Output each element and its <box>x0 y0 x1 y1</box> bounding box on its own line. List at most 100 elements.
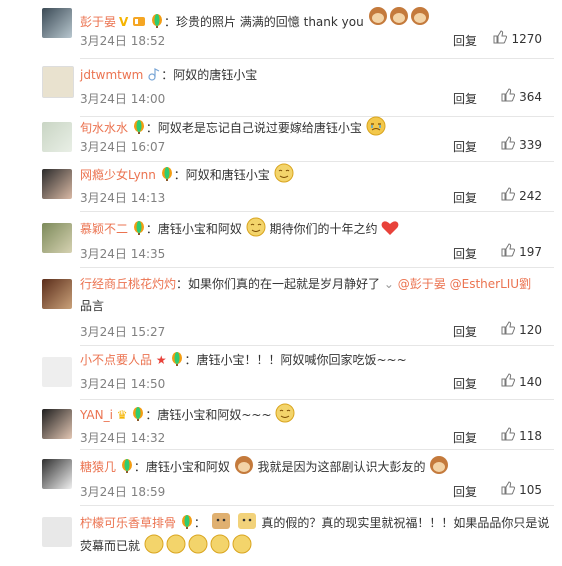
comment-item: jdtwmtwm ：阿奴的唐钰小宝 3月24日 14:00 回复 364 <box>0 58 562 116</box>
like-button[interactable]: 140 <box>501 373 542 390</box>
reply-button[interactable]: 回复 <box>453 429 477 446</box>
comment-item: 糖猿几 ：唐钰小宝和阿奴 我就是因为这部剧认识大彭友的 3月24日 18:59 … <box>0 449 562 505</box>
comment-item: 旬水水水 ：阿奴老是忘记自己说过要嫁给唐钰小宝 3月24日 16:07 回复 3… <box>0 116 562 166</box>
avatar[interactable] <box>42 8 72 38</box>
comment-date: 3月24日 15:27 <box>80 325 166 339</box>
like-count: 364 <box>519 89 542 104</box>
reply-button[interactable]: 回复 <box>453 189 477 206</box>
like-button[interactable]: 242 <box>501 187 542 204</box>
username[interactable]: 网瘾少女Lynn <box>80 168 156 182</box>
comment-date: 3月24日 14:00 <box>80 92 166 106</box>
avatar[interactable] <box>42 223 72 253</box>
reply-button[interactable]: 回复 <box>453 375 477 392</box>
avatar[interactable] <box>42 66 74 98</box>
crown-icon: ♛ <box>116 408 128 422</box>
balloon-icon <box>180 514 194 529</box>
mention-link[interactable]: @EstherLIU劉 <box>450 277 531 291</box>
comment-date: 3月24日 14:35 <box>80 247 166 261</box>
like-count: 120 <box>519 322 542 337</box>
comment-item: 网瘾少女Lynn ：阿奴和唐钰小宝 3月24日 14:13 回复 242 <box>0 161 562 211</box>
username[interactable]: 糖猿几 <box>80 460 116 474</box>
comment-body: 唐钰小宝和阿奴 <box>157 222 242 236</box>
comment-text: 慕颖不二 ：唐钰小宝和阿奴 期待你们的十年之约 <box>80 217 554 240</box>
like-button[interactable]: 339 <box>501 136 542 153</box>
smile-emoji-row-icon <box>144 534 254 554</box>
balloon-icon <box>131 406 145 421</box>
username[interactable]: 行经商丘桃花灼灼 <box>80 277 176 291</box>
username[interactable]: 柠檬可乐香草排骨 <box>80 516 176 530</box>
crying-face-emoji-icon <box>366 116 386 136</box>
smile-emoji-icon <box>246 217 266 237</box>
thumb-up-icon <box>501 373 516 390</box>
comment-body-extra: 我就是因为这部剧认识大彭友的 <box>257 460 426 474</box>
mention-link[interactable]: @彭于晏 <box>398 277 446 291</box>
avatar[interactable] <box>42 357 72 387</box>
comment-date: 3月24日 14:13 <box>80 191 166 205</box>
like-count: 118 <box>519 428 542 443</box>
avatar[interactable] <box>42 409 72 439</box>
balloon-icon <box>120 458 134 473</box>
avatar[interactable] <box>42 279 72 309</box>
dog-emoji-icon <box>210 513 232 530</box>
heart-icon <box>381 221 399 236</box>
comment-date: 3月24日 14:32 <box>80 431 166 445</box>
reply-button[interactable]: 回复 <box>453 90 477 107</box>
balloon-icon <box>160 166 174 181</box>
username[interactable]: 慕颖不二 <box>80 222 128 236</box>
like-button[interactable]: 118 <box>501 427 542 444</box>
comment-date: 3月24日 16:07 <box>80 140 166 154</box>
reply-button[interactable]: 回复 <box>453 323 477 340</box>
comment-body: 阿奴和唐钰小宝 <box>185 168 270 182</box>
username[interactable]: YAN_i <box>80 408 113 422</box>
like-count: 1270 <box>511 31 542 46</box>
like-button[interactable]: 1270 <box>493 30 542 47</box>
thumb-up-icon <box>501 427 516 444</box>
comment-body-extra: 期待你们的十年之约 <box>269 222 378 236</box>
reply-button[interactable]: 回复 <box>453 483 477 500</box>
comment-body-line2: 荧幕而已就 <box>80 539 141 553</box>
comment-date: 3月24日 14:50 <box>80 377 166 391</box>
avatar[interactable] <box>42 459 72 489</box>
avatar[interactable] <box>42 122 72 152</box>
comment-text: 糖猿几 ：唐钰小宝和阿奴 我就是因为这部剧认识大彭友的 <box>80 455 554 478</box>
like-count: 197 <box>519 244 542 259</box>
monkey-emoji-icon <box>368 7 430 29</box>
comment-text: YAN_i ♛ ：唐钰小宝和阿奴~~~ <box>80 403 554 426</box>
username[interactable]: 彭于晏 <box>80 15 116 29</box>
username[interactable]: 旬水水水 <box>80 121 128 135</box>
username[interactable]: jdtwmtwm <box>80 68 143 82</box>
like-button[interactable]: 197 <box>501 243 542 260</box>
crown-icon <box>132 13 146 27</box>
comment-body: 阿奴老是忘记自己说过要嫁给唐钰小宝 <box>157 121 362 135</box>
avatar[interactable] <box>42 517 72 547</box>
comment-text: 旬水水水 ：阿奴老是忘记自己说过要嫁给唐钰小宝 <box>80 116 554 139</box>
comment-item: YAN_i ♛ ：唐钰小宝和阿奴~~~ 3月24日 14:32 回复 118 <box>0 399 562 449</box>
reply-button[interactable]: 回复 <box>453 32 477 49</box>
comment-body: 珍贵的照片 满满的回憶 thank you <box>175 15 364 29</box>
thumb-up-icon <box>501 136 516 153</box>
comment-body: 阿奴的唐钰小宝 <box>173 68 258 82</box>
reply-button[interactable]: 回复 <box>453 245 477 262</box>
thumb-up-icon <box>501 243 516 260</box>
like-count: 140 <box>519 374 542 389</box>
comment-item: 行经商丘桃花灼灼：如果你们真的在一起就是岁月静好了 ⌄ @彭于晏 @Esther… <box>0 267 562 345</box>
comment-item: 慕颖不二 ：唐钰小宝和阿奴 期待你们的十年之约 3月24日 14:35 回复 1… <box>0 211 562 267</box>
reply-button[interactable]: 回复 <box>453 138 477 155</box>
comment-body: 真的假的？真的现实里就祝福！！！如果品品你只是说 <box>261 516 550 530</box>
username[interactable]: 小不点要人品 <box>80 353 152 367</box>
balloon-icon <box>132 119 146 134</box>
comment-body: 如果你们真的在一起就是岁月静好了 <box>188 277 381 291</box>
like-button[interactable]: 364 <box>501 88 542 105</box>
comment-text: 小不点要人品 ★ ：唐钰小宝！！！阿奴喊你回家吃饭~~~ <box>80 351 407 367</box>
avatar[interactable] <box>42 169 72 199</box>
music-note-icon <box>147 66 161 81</box>
like-button[interactable]: 105 <box>501 481 542 498</box>
thumb-up-icon <box>501 187 516 204</box>
comment-body-line2: 品言 <box>80 299 105 313</box>
like-button[interactable]: 120 <box>501 321 542 338</box>
comment-date: 3月24日 18:52 <box>80 34 166 48</box>
monkey-emoji-icon <box>429 456 449 474</box>
like-count: 339 <box>519 137 542 152</box>
balloon-icon <box>170 351 184 366</box>
balloon-icon <box>132 220 146 235</box>
